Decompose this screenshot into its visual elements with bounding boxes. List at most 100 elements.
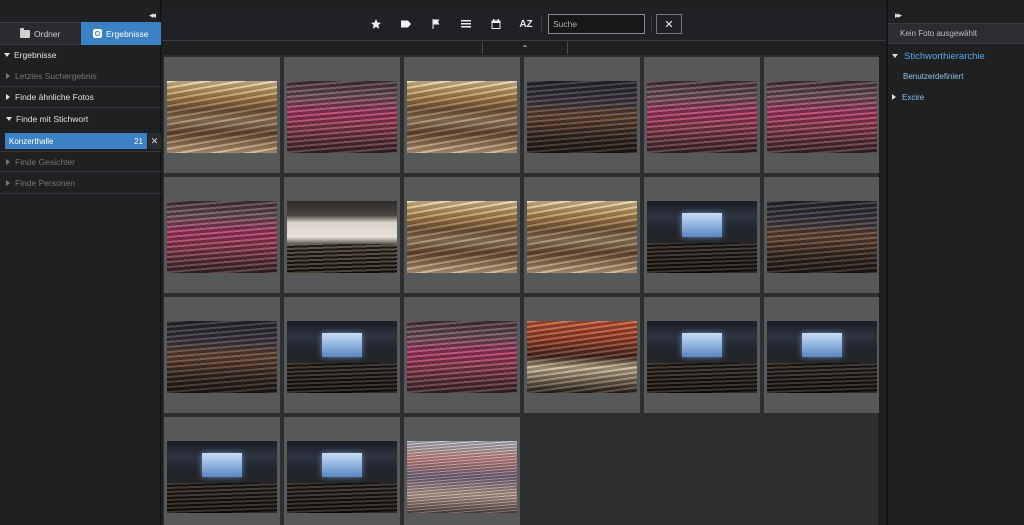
photo-thumbnail-cell[interactable]	[284, 297, 400, 413]
chevron-right-icon	[892, 94, 896, 100]
list-icon	[461, 20, 471, 28]
photo-thumbnail-image	[647, 321, 757, 393]
photo-thumbnail-cell[interactable]	[164, 177, 280, 293]
label-filter-button[interactable]	[396, 14, 416, 34]
results-section-title: Ergebnisse	[14, 50, 57, 60]
photo-grid	[163, 55, 880, 525]
toolbar-divider	[651, 15, 652, 33]
flag-icon	[432, 19, 440, 29]
toolbar-divider	[541, 15, 542, 33]
keyword-chip-label: Konzerthalle	[9, 136, 54, 146]
star-filter-button[interactable]	[366, 14, 386, 34]
calendar-icon	[491, 19, 501, 29]
excire-keywords-item[interactable]: Excire	[892, 91, 924, 103]
photo-thumbnail-image	[287, 81, 397, 153]
chevron-right-icon	[6, 180, 10, 186]
photo-thumbnail-image	[647, 201, 757, 273]
chevron-right-icon	[6, 73, 10, 79]
sort-button[interactable]: AZ	[516, 14, 536, 34]
results-section-header[interactable]: Ergebnisse	[0, 45, 161, 65]
photo-thumbnail-cell[interactable]	[284, 417, 400, 525]
sort-az-icon: AZ	[519, 18, 533, 30]
photo-thumbnail-image	[767, 201, 877, 273]
clear-filters-button[interactable]: ✕	[656, 14, 682, 34]
photo-thumbnail-cell[interactable]	[764, 177, 880, 293]
chevron-down-icon	[4, 53, 10, 57]
photo-thumbnail-cell[interactable]	[164, 57, 280, 173]
photo-thumbnail-cell[interactable]	[524, 297, 640, 413]
photo-thumbnail-image	[527, 201, 637, 273]
photo-thumbnail-cell[interactable]	[524, 177, 640, 293]
tab-results-label: Ergebnisse	[105, 28, 149, 39]
find-by-keyword-item[interactable]: Finde mit Stichwort	[0, 108, 161, 129]
grid-scrollbar[interactable]	[879, 55, 886, 525]
date-filter-button[interactable]	[486, 14, 506, 34]
photo-thumbnail-image	[527, 81, 637, 153]
last-search-result-item[interactable]: Letztes Suchergebnis	[0, 66, 161, 87]
left-tab-bar: Ordner Ergebnisse	[0, 22, 161, 45]
photo-thumbnail-cell[interactable]	[284, 177, 400, 293]
photo-thumbnail-cell[interactable]	[404, 417, 520, 525]
photo-thumbnail-cell[interactable]	[404, 57, 520, 173]
tab-folders[interactable]: Ordner	[0, 22, 81, 45]
photo-thumbnail-image	[407, 441, 517, 513]
keyword-hierarchy-title: Stichworthierarchie	[904, 50, 985, 62]
find-by-keyword-label: Finde mit Stichwort	[16, 113, 89, 124]
collapse-left-panel-button[interactable]: ◂◂	[149, 10, 156, 21]
photo-thumbnail-image	[287, 441, 397, 513]
chevron-right-icon	[6, 94, 10, 100]
right-panel: ▸▸ Kein Foto ausgewählt Stichworthierarc…	[887, 0, 1024, 525]
find-similar-photos-item[interactable]: Finde ähnliche Fotos	[0, 87, 161, 108]
photo-thumbnail-image	[767, 321, 877, 393]
photo-thumbnail-cell[interactable]	[404, 177, 520, 293]
chevron-down-icon	[6, 116, 12, 121]
no-photo-selected-label: Kein Foto ausgewählt	[888, 23, 1024, 44]
photo-thumbnail-image	[527, 321, 637, 393]
folder-icon	[20, 27, 31, 38]
photo-thumbnail-cell[interactable]	[524, 57, 640, 173]
tag-icon	[401, 20, 411, 28]
search-icon	[92, 29, 102, 38]
photo-thumbnail-image	[167, 81, 277, 153]
remove-keyword-button[interactable]: ✕	[147, 133, 161, 149]
chevron-right-icon	[6, 158, 10, 165]
find-faces-item[interactable]: Finde Gesichter	[0, 151, 161, 172]
photo-thumbnail-image	[287, 321, 397, 393]
photo-thumbnail-cell[interactable]	[404, 297, 520, 413]
keyword-filter-row: Konzerthalle 21 ✕	[5, 133, 161, 149]
keyword-hierarchy-header[interactable]: Stichworthierarchie	[892, 49, 985, 63]
photo-thumbnail-cell[interactable]	[764, 297, 880, 413]
tab-results[interactable]: Ergebnisse	[80, 22, 161, 45]
flag-filter-button[interactable]	[426, 14, 446, 34]
photo-thumbnail-image	[767, 81, 877, 153]
photo-thumbnail-image	[407, 81, 517, 153]
search-input[interactable]	[548, 14, 645, 34]
keyword-chip-count: 21	[134, 136, 143, 146]
metadata-filter-button[interactable]	[456, 14, 476, 34]
tab-folders-label: Ordner	[34, 28, 61, 39]
find-persons-item[interactable]: Finde Personen	[0, 173, 161, 194]
find-persons-label: Finde Personen	[15, 178, 76, 188]
last-search-result-label: Letztes Suchergebnis	[15, 71, 97, 81]
photo-thumbnail-image	[407, 201, 517, 273]
photo-thumbnail-image	[647, 81, 757, 153]
user-defined-keywords-item[interactable]: Benutzerdefiniert	[903, 72, 963, 81]
photo-thumbnail-cell[interactable]	[764, 57, 880, 173]
photo-thumbnail-image	[167, 201, 277, 273]
keyword-chip[interactable]: Konzerthalle 21	[5, 133, 147, 149]
excire-keywords-label: Excire	[902, 92, 925, 102]
photo-thumbnail-image	[167, 321, 277, 393]
collapse-toolbar-handle[interactable]: ⌃	[482, 42, 568, 54]
photo-thumbnail-cell[interactable]	[164, 297, 280, 413]
star-icon	[371, 19, 381, 29]
photo-thumbnail-cell[interactable]	[644, 297, 760, 413]
toolbar: AZ ✕	[162, 7, 886, 41]
photo-thumbnail-cell[interactable]	[164, 417, 280, 525]
expand-right-panel-button[interactable]: ▸▸	[895, 10, 902, 21]
left-panel: ◂◂ Ordner Ergebnisse Ergebnisse Letztes …	[0, 0, 161, 525]
photo-thumbnail-image	[407, 321, 517, 393]
photo-thumbnail-cell[interactable]	[644, 57, 760, 173]
chevron-down-icon	[892, 54, 898, 58]
photo-thumbnail-cell[interactable]	[284, 57, 400, 173]
photo-thumbnail-cell[interactable]	[644, 177, 760, 293]
